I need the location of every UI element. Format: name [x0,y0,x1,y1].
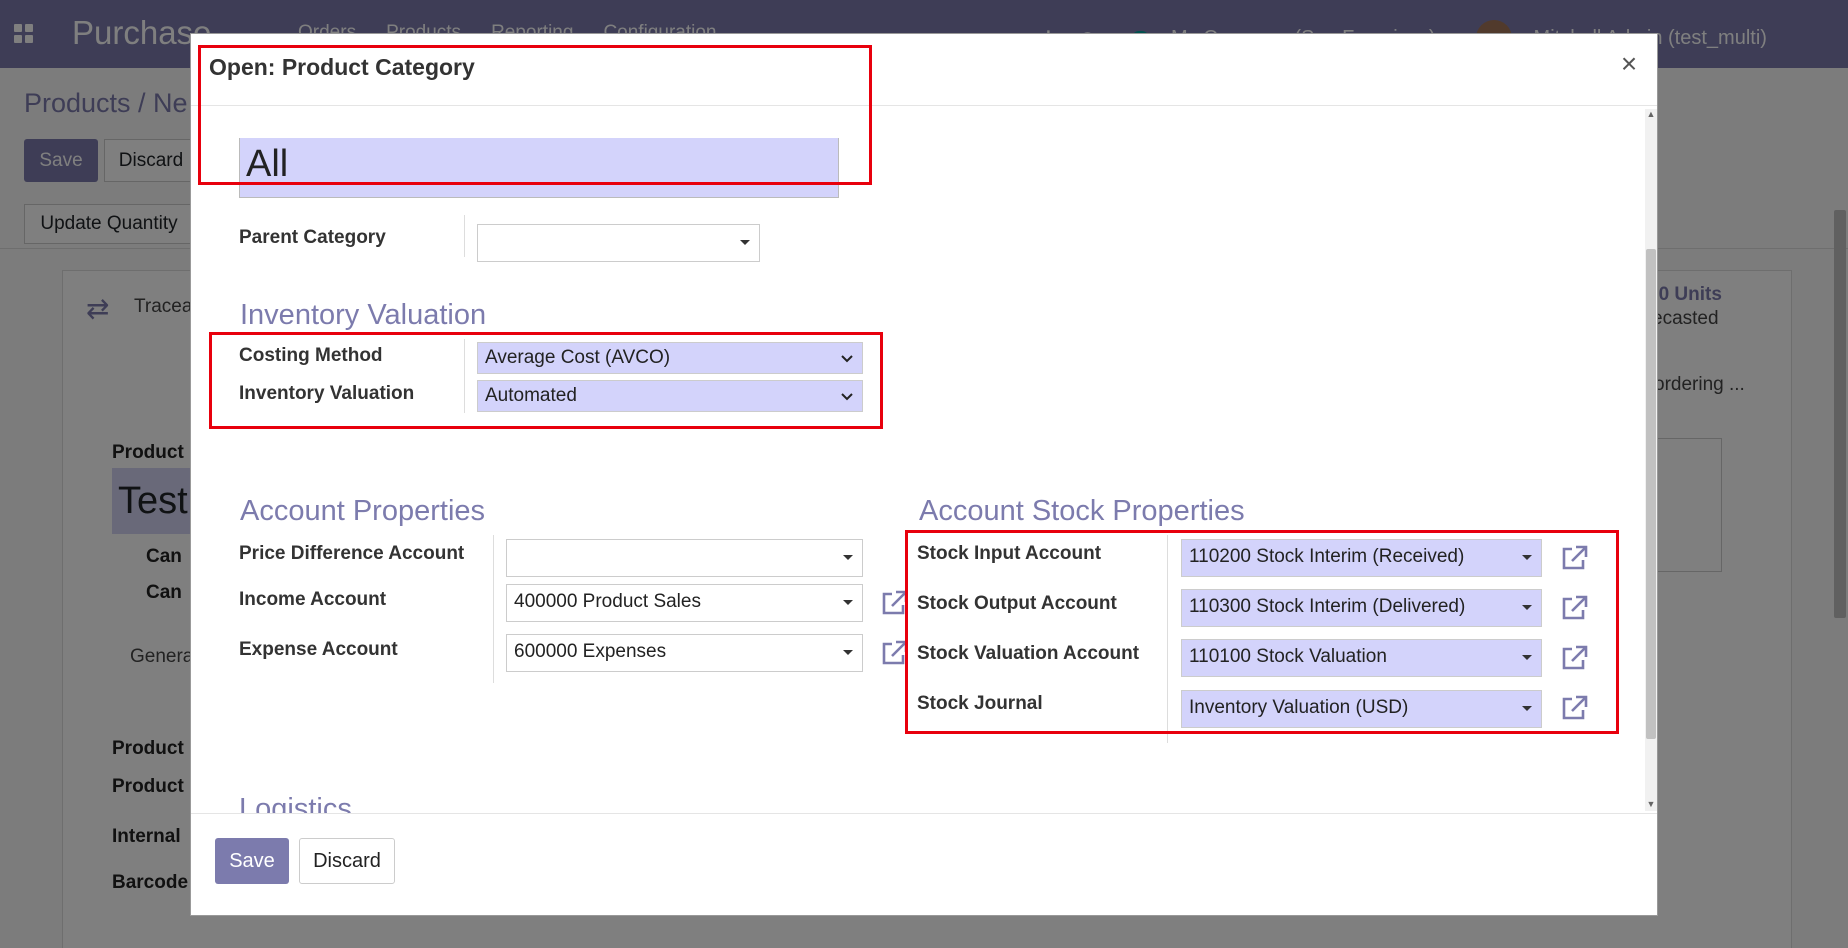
label-divider [1167,535,1168,743]
dropdown-caret-icon[interactable] [740,240,750,245]
parent-category-label: Parent Category [239,227,386,248]
close-button[interactable]: × [1613,48,1645,80]
dropdown-caret-icon[interactable] [843,650,853,655]
income-account-label: Income Account [239,589,387,610]
external-link-icon[interactable] [1559,593,1589,623]
stock-input-account-value: 110200 Stock Interim (Received) [1189,546,1465,567]
label-divider [464,215,465,257]
expense-account-input[interactable]: 600000 Expenses [506,634,863,672]
external-link-icon[interactable] [879,638,909,668]
inventory-valuation-section-title: Inventory Valuation [240,299,487,331]
chevron-down-icon [841,393,853,401]
parent-category-input[interactable] [477,224,760,262]
dialog-footer: Save Discard [191,813,1657,915]
scroll-down-arrow-icon[interactable]: ▼ [1646,799,1656,809]
inventory-valuation-value: Automated [485,385,577,406]
dropdown-caret-icon[interactable] [843,600,853,605]
account-properties-section-title: Account Properties [240,495,486,527]
dialog-scrollbar-thumb[interactable] [1646,249,1656,739]
costing-method-select[interactable]: Average Cost (AVCO) [477,342,863,374]
dropdown-caret-icon[interactable] [1522,605,1532,610]
inventory-valuation-label: Inventory Valuation [239,383,415,404]
external-link-icon[interactable] [1559,693,1589,723]
dialog-title: Open: Product Category [209,54,475,80]
stock-valuation-account-label: Stock Valuation Account [917,643,1140,664]
dropdown-caret-icon[interactable] [843,555,853,560]
label-divider [493,535,494,683]
external-link-icon[interactable] [1559,643,1589,673]
product-category-dialog: Open: Product Category × All Parent Cate… [190,33,1658,916]
costing-method-value: Average Cost (AVCO) [485,347,671,368]
stock-output-account-input[interactable]: 110300 Stock Interim (Delivered) [1181,589,1542,627]
dropdown-caret-icon[interactable] [1522,706,1532,711]
income-account-value: 400000 Product Sales [514,591,701,612]
stock-journal-label: Stock Journal [917,693,1043,714]
save-button[interactable]: Save [215,838,289,884]
stock-input-account-label: Stock Input Account [917,543,1102,564]
scroll-up-arrow-icon[interactable]: ▲ [1646,109,1656,119]
discard-button[interactable]: Discard [299,838,395,884]
dialog-header: Open: Product Category × [191,34,1657,106]
stock-journal-value: Inventory Valuation (USD) [1189,697,1409,718]
stock-valuation-account-value: 110100 Stock Valuation [1189,646,1387,667]
chevron-down-icon [841,355,853,363]
income-account-input[interactable]: 400000 Product Sales [506,584,863,622]
costing-method-label: Costing Method [239,345,383,366]
dropdown-caret-icon[interactable] [1522,655,1532,660]
label-divider [464,339,465,413]
stock-input-account-input[interactable]: 110200 Stock Interim (Received) [1181,539,1542,577]
logistics-section-title: Logistics [239,793,352,813]
external-link-icon[interactable] [1559,543,1589,573]
category-name-field[interactable]: All [239,138,839,198]
dialog-body: All Parent Category Inventory Valuation … [191,107,1657,813]
stock-output-account-label: Stock Output Account [917,593,1117,614]
stock-output-account-value: 110300 Stock Interim (Delivered) [1189,596,1466,617]
stock-journal-input[interactable]: Inventory Valuation (USD) [1181,690,1542,728]
account-stock-properties-section-title: Account Stock Properties [919,495,1245,527]
external-link-icon[interactable] [879,588,909,618]
expense-account-label: Expense Account [239,639,398,660]
stock-valuation-account-input[interactable]: 110100 Stock Valuation [1181,639,1542,677]
price-difference-label: Price Difference Account [239,543,465,564]
price-difference-input[interactable] [506,539,863,577]
dropdown-caret-icon[interactable] [1522,555,1532,560]
inventory-valuation-select[interactable]: Automated [477,380,863,412]
expense-account-value: 600000 Expenses [514,641,667,662]
